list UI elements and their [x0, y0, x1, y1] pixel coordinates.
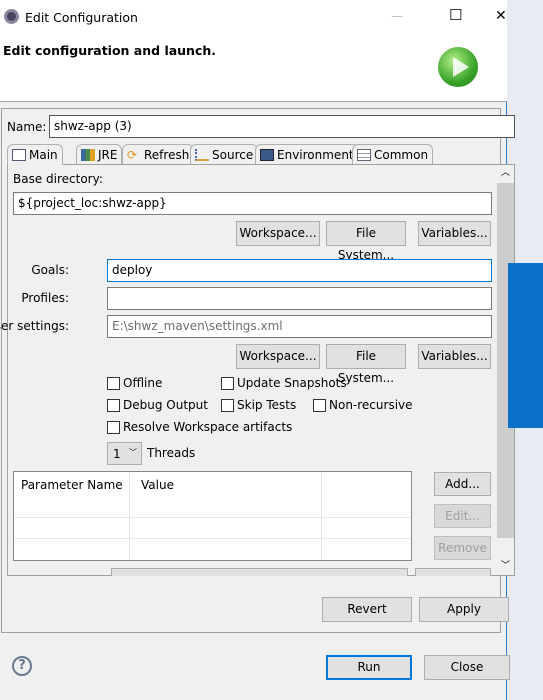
- column-header-parameter-name[interactable]: Parameter Name: [21, 478, 123, 492]
- tab-environment[interactable]: Environment: [255, 144, 359, 164]
- window-title: Edit Configuration: [25, 10, 138, 25]
- threads-combo[interactable]: 1 ﹀: [107, 442, 142, 465]
- checkbox-box: [107, 398, 120, 412]
- checkbox-box: [221, 376, 234, 390]
- revert-button[interactable]: Revert: [322, 597, 412, 622]
- profiles-label: Profiles:: [21, 291, 69, 305]
- books-icon: [81, 148, 95, 161]
- eclipse-gear-icon: [4, 9, 19, 24]
- checkbox-box: [107, 420, 120, 434]
- threads-value: 1: [113, 447, 121, 461]
- scroll-up-icon[interactable]: ︿: [501, 165, 510, 178]
- column-divider: [129, 472, 130, 560]
- row-line: [14, 517, 411, 518]
- dialog-header: Edit configuration and launch.: [0, 35, 507, 102]
- close-button[interactable]: Close: [424, 655, 510, 680]
- skip-tests-checkbox[interactable]: Skip Tests: [221, 398, 296, 412]
- offline-checkbox[interactable]: Offline: [107, 376, 162, 390]
- threads-label: Threads: [147, 446, 196, 460]
- checkbox-box: [107, 376, 120, 390]
- background-window-strip: [508, 263, 543, 428]
- file-system-button[interactable]: File System...: [326, 221, 406, 262]
- non-recursive-checkbox[interactable]: Non-recursive: [313, 398, 413, 412]
- refresh-icon: ⟳: [127, 147, 138, 162]
- tab-refresh[interactable]: ⟳ Refresh: [122, 144, 195, 164]
- goals-input[interactable]: deploy: [107, 259, 492, 282]
- parameters-table[interactable]: Parameter Name Value: [13, 471, 412, 561]
- goals-label: Goals:: [31, 263, 69, 277]
- settings-workspace-button[interactable]: Workspace...: [236, 344, 320, 369]
- play-triangle-icon: [453, 57, 469, 77]
- tab-common[interactable]: Common: [352, 144, 434, 164]
- user-settings-input[interactable]: E:\shwz_maven\settings.xml: [107, 315, 492, 338]
- partial-button[interactable]: [415, 568, 491, 576]
- workspace-button[interactable]: Workspace...: [236, 221, 320, 246]
- help-icon[interactable]: ?: [12, 656, 32, 676]
- apply-button[interactable]: Apply: [419, 597, 509, 622]
- table-icon: [357, 148, 371, 161]
- row-line: [14, 538, 411, 539]
- base-directory-label: Base directory:: [13, 172, 103, 186]
- variables-button[interactable]: Variables...: [418, 221, 491, 246]
- debug-output-checkbox[interactable]: Debug Output: [107, 398, 208, 412]
- tab-main[interactable]: Main: [7, 144, 63, 165]
- help-glyph: ?: [18, 658, 26, 673]
- environment-icon: [260, 148, 274, 161]
- main-tab-icon: [12, 149, 26, 161]
- column-divider: [321, 472, 322, 560]
- checkbox-box: [221, 398, 234, 412]
- partial-button[interactable]: [111, 568, 408, 576]
- maximize-button[interactable]: ☐: [449, 6, 462, 24]
- dialog-window: Edit Configuration — ☐ ✕ Edit configurat…: [0, 0, 515, 700]
- close-window-button[interactable]: ✕: [495, 8, 507, 24]
- source-icon: [195, 148, 209, 161]
- minimize-button[interactable]: —: [391, 9, 403, 23]
- name-input[interactable]: shwz-app (3): [49, 115, 515, 138]
- settings-variables-button[interactable]: Variables...: [418, 344, 491, 369]
- checkbox-box: [313, 398, 326, 412]
- profiles-input[interactable]: [107, 287, 492, 310]
- update-snapshots-checkbox[interactable]: Update Snapshots: [221, 376, 347, 390]
- add-parameter-button[interactable]: Add...: [434, 472, 491, 496]
- name-label: Name:: [7, 120, 47, 134]
- base-directory-input[interactable]: ${project_loc:shwz-app}: [13, 192, 492, 215]
- scroll-down-icon[interactable]: ﹀: [501, 558, 510, 571]
- chevron-down-icon: ﹀: [129, 448, 137, 457]
- edit-parameter-button[interactable]: Edit...: [434, 504, 491, 528]
- resolve-workspace-checkbox[interactable]: Resolve Workspace artifacts: [107, 420, 292, 434]
- title-bar: Edit Configuration — ☐ ✕: [0, 0, 507, 35]
- run-button[interactable]: Run: [326, 655, 412, 680]
- column-header-value[interactable]: Value: [141, 478, 174, 492]
- tab-source[interactable]: Source: [190, 144, 259, 164]
- remove-parameter-button[interactable]: Remove: [434, 536, 491, 560]
- user-settings-label: User settings:: [0, 319, 69, 333]
- tab-jre[interactable]: JRE: [76, 144, 123, 164]
- header-title: Edit configuration and launch.: [3, 43, 217, 58]
- settings-file-system-button[interactable]: File System...: [326, 344, 406, 385]
